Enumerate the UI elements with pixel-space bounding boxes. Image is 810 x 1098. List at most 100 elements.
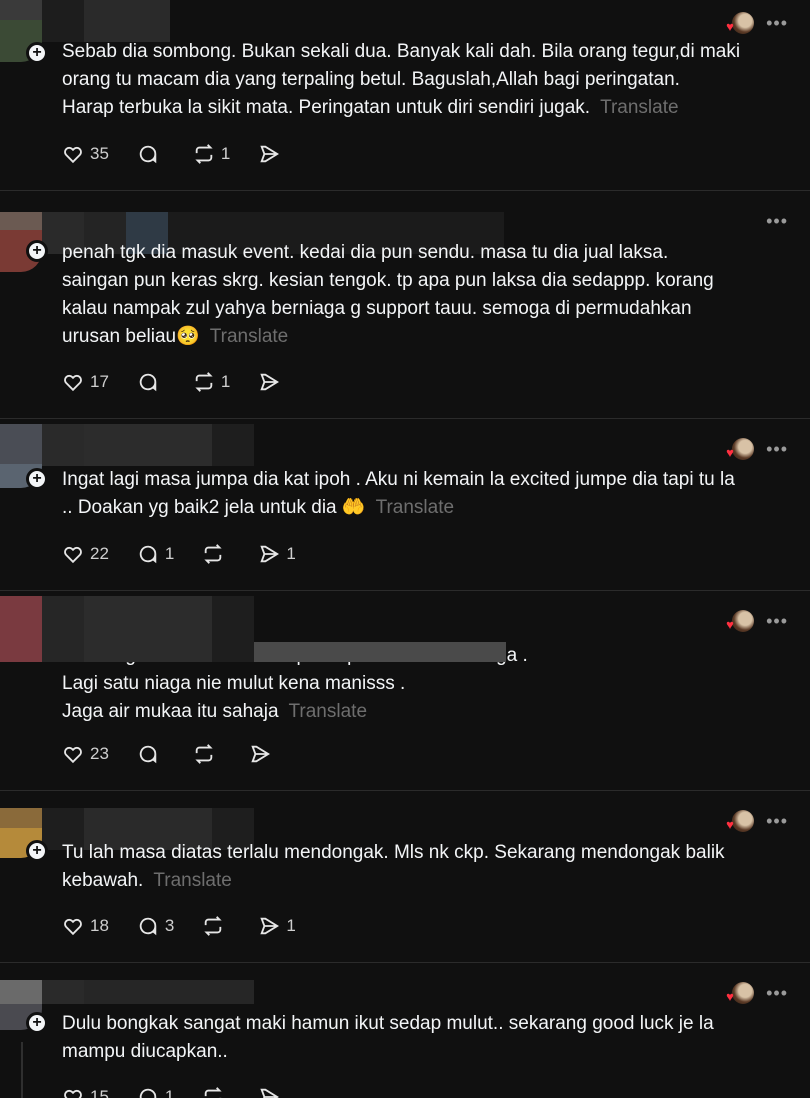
post-actions: 35 1 [62, 143, 314, 165]
translate-link[interactable]: Translate [600, 97, 679, 118]
redacted-username [0, 424, 254, 466]
share-button[interactable] [258, 371, 286, 393]
share-button[interactable] [258, 1086, 286, 1098]
post-meta: ♥ ••• [726, 810, 788, 832]
post-actions: 23 [62, 743, 305, 765]
post-text: Tu lah masa diatas terlalu mendongak. Ml… [62, 842, 725, 891]
like-button[interactable]: 18 [62, 915, 109, 937]
more-icon[interactable]: ••• [766, 440, 788, 458]
post-actions: 22 1 1 [62, 543, 324, 565]
post-actions: 18 3 1 [62, 915, 324, 937]
more-icon[interactable]: ••• [766, 212, 788, 230]
share-button[interactable] [249, 743, 277, 765]
send-icon [251, 745, 270, 763]
heart-icon [64, 918, 82, 936]
like-button[interactable]: 15 [62, 1086, 109, 1098]
post-actions: 17 1 [62, 371, 314, 393]
heart-icon: ♥ [726, 445, 734, 460]
like-button[interactable]: 23 [62, 743, 109, 765]
post-actions: 15 1 [62, 1086, 314, 1098]
liked-by-author-avatar: ♥ [726, 438, 755, 460]
post-meta: ♥ ••• [726, 610, 788, 632]
reply-button[interactable] [137, 143, 165, 165]
repost-icon [204, 544, 223, 564]
redacted-username [0, 596, 506, 662]
post-meta: ♥ ••• [726, 12, 788, 34]
translate-link[interactable]: Translate [289, 701, 368, 722]
plus-icon[interactable]: + [26, 468, 48, 490]
comment-icon [139, 373, 157, 392]
more-icon[interactable]: ••• [766, 612, 788, 630]
comment-icon [139, 917, 157, 936]
translate-link[interactable]: Translate [210, 326, 289, 347]
repost-button[interactable]: 1 [193, 143, 230, 165]
heart-icon [64, 374, 82, 392]
post-meta: ♥ ••• [726, 438, 788, 460]
post-meta: ••• [766, 212, 788, 230]
like-button[interactable]: 17 [62, 371, 109, 393]
liked-by-author-avatar: ♥ [726, 610, 755, 632]
more-icon[interactable]: ••• [766, 984, 788, 1002]
share-button[interactable]: 1 [258, 543, 296, 565]
repost-button[interactable] [193, 743, 221, 765]
heart-icon: ♥ [726, 617, 734, 632]
heart-icon: ♥ [726, 817, 734, 832]
comment-icon [139, 745, 157, 764]
reply-button[interactable] [137, 743, 165, 765]
reply-button[interactable]: 1 [137, 543, 174, 565]
heart-icon [64, 746, 82, 764]
thread-line [21, 1042, 23, 1098]
heart-icon [64, 546, 82, 564]
comment-icon [139, 1088, 157, 1098]
post-text: penah tgk dia masuk event. kedai dia pun… [62, 242, 714, 347]
repost-icon [195, 144, 213, 164]
reply-button[interactable]: 3 [137, 915, 174, 937]
post-text: Ingat lagi masa jumpa dia kat ipoh . Aku… [62, 469, 735, 518]
plus-icon[interactable]: + [26, 240, 48, 262]
post-meta: ♥ ••• [726, 982, 788, 1004]
heart-icon [64, 146, 82, 164]
heart-icon [64, 1089, 82, 1098]
liked-by-author-avatar: ♥ [726, 982, 755, 1004]
repost-icon [195, 372, 213, 392]
repost-icon [195, 744, 213, 764]
post: + ♥ ••• Tu lah masa diatas terlalu mendo… [0, 790, 810, 962]
plus-icon[interactable]: + [26, 42, 48, 64]
post: + ♥ ••• Sebab dia sombong. Bukan sekali … [0, 0, 810, 190]
send-icon [260, 145, 280, 163]
send-icon [260, 373, 280, 391]
liked-by-author-avatar: ♥ [726, 12, 755, 34]
post: + ♥ ••• Dulu bongkak sangat maki hamun i… [0, 962, 810, 1098]
share-button[interactable]: 1 [258, 915, 296, 937]
translate-link[interactable]: Translate [376, 497, 455, 518]
more-icon[interactable]: ••• [766, 14, 788, 32]
send-icon [260, 545, 280, 563]
send-icon [260, 1088, 280, 1098]
heart-icon: ♥ [726, 19, 734, 34]
comment-icon [139, 545, 157, 564]
repost-button[interactable]: 1 [193, 371, 230, 393]
translate-link[interactable]: Translate [153, 870, 232, 891]
repost-icon [205, 1087, 223, 1098]
like-button[interactable]: 22 [62, 543, 109, 565]
like-button[interactable]: 35 [62, 143, 109, 165]
repost-button[interactable] [202, 543, 230, 565]
post-text: Sebab dia sombong. Bukan sekali dua. Ban… [62, 41, 741, 118]
plus-icon[interactable]: + [26, 1012, 48, 1034]
repost-icon [204, 916, 223, 936]
send-icon [260, 917, 280, 935]
redacted-username [0, 980, 254, 1004]
comment-icon [139, 145, 157, 164]
post: + ••• penah tgk dia masuk event. kedai d… [0, 190, 810, 418]
post: + ♥ ••• Ingat lagi masa jumpa dia kat ip… [0, 418, 810, 590]
reply-button[interactable]: 1 [137, 1086, 174, 1098]
repost-button[interactable] [202, 1086, 230, 1098]
more-icon[interactable]: ••• [766, 812, 788, 830]
reply-button[interactable] [137, 371, 165, 393]
share-button[interactable] [258, 143, 286, 165]
liked-by-author-avatar: ♥ [726, 810, 755, 832]
plus-icon[interactable]: + [26, 840, 48, 862]
post: Kita niaga kita kena neutral pasal polit… [0, 590, 810, 790]
repost-button[interactable] [202, 915, 230, 937]
heart-icon: ♥ [726, 989, 734, 1004]
